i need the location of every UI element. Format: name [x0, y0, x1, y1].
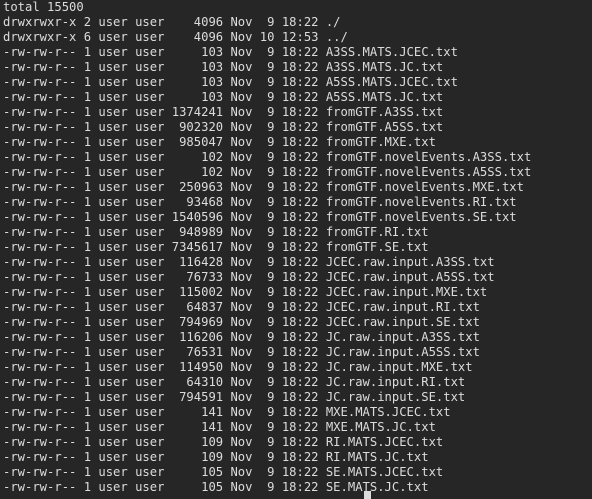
terminal-line-file: -rw-rw-r-- 1 user user 102 Nov 9 18:22 f… — [3, 165, 532, 179]
terminal-line-file: -rw-rw-r-- 1 user user 93468 Nov 9 18:22… — [3, 195, 517, 209]
terminal-line-file: -rw-rw-r-- 1 user user 76733 Nov 9 18:22… — [3, 270, 495, 284]
terminal-line-file: -rw-rw-r-- 1 user user 115002 Nov 9 18:2… — [3, 285, 488, 299]
terminal-window[interactable]: total 15500 drwxrwxr-x 2 user user 4096 … — [0, 0, 592, 499]
terminal-line-file: -rw-rw-r-- 1 user user 141 Nov 9 18:22 M… — [3, 420, 436, 434]
terminal-line-file: -rw-rw-r-- 1 user user 250963 Nov 9 18:2… — [3, 180, 524, 194]
terminal-line-file: -rw-rw-r-- 1 user user 141 Nov 9 18:22 M… — [3, 405, 451, 419]
terminal-line-total: total 15500 — [3, 0, 84, 14]
terminal-line-file: -rw-rw-r-- 1 user user 103 Nov 9 18:22 A… — [3, 45, 458, 59]
terminal-line-file: -rw-rw-r-- 1 user user 64310 Nov 9 18:22… — [3, 375, 466, 389]
terminal-line-file: -rw-rw-r-- 1 user user 109 Nov 9 18:22 R… — [3, 450, 429, 464]
terminal-line-file: -rw-rw-r-- 1 user user 1374241 Nov 9 18:… — [3, 105, 444, 119]
terminal-line-file: -rw-rw-r-- 1 user user 76531 Nov 9 18:22… — [3, 345, 480, 359]
terminal-line-file: -rw-rw-r-- 1 user user 985047 Nov 9 18:2… — [3, 135, 436, 149]
terminal-line-file: -rw-rw-r-- 1 user user 109 Nov 9 18:22 R… — [3, 435, 444, 449]
terminal-cursor — [364, 491, 371, 499]
terminal-line-file: -rw-rw-r-- 1 user user 102 Nov 9 18:22 f… — [3, 150, 532, 164]
terminal-line-file: -rw-rw-r-- 1 user user 1540596 Nov 9 18:… — [3, 210, 517, 224]
terminal-line-parent-dir: drwxrwxr-x 6 user user 4096 Nov 10 12:53… — [3, 30, 348, 44]
terminal-line-file: -rw-rw-r-- 1 user user 114950 Nov 9 18:2… — [3, 360, 473, 374]
terminal-line-file: -rw-rw-r-- 1 user user 7345617 Nov 9 18:… — [3, 240, 429, 254]
terminal-line-file: -rw-rw-r-- 1 user user 948989 Nov 9 18:2… — [3, 225, 429, 239]
terminal-line-file: -rw-rw-r-- 1 user user 103 Nov 9 18:22 A… — [3, 75, 458, 89]
terminal-line-file: -rw-rw-r-- 1 user user 103 Nov 9 18:22 A… — [3, 90, 444, 104]
terminal-line-file: -rw-rw-r-- 1 user user 64837 Nov 9 18:22… — [3, 300, 480, 314]
terminal-line-file: -rw-rw-r-- 1 user user 794591 Nov 9 18:2… — [3, 390, 466, 404]
terminal-line-current-dir: drwxrwxr-x 2 user user 4096 Nov 9 18:22 … — [3, 15, 341, 29]
terminal-line-file: -rw-rw-r-- 1 user user 794969 Nov 9 18:2… — [3, 315, 480, 329]
terminal-line-file: -rw-rw-r-- 1 user user 103 Nov 9 18:22 A… — [3, 60, 444, 74]
terminal-line-file: -rw-rw-r-- 1 user user 116206 Nov 9 18:2… — [3, 330, 480, 344]
terminal-line-file: -rw-rw-r-- 1 user user 116428 Nov 9 18:2… — [3, 255, 495, 269]
terminal-line-file: -rw-rw-r-- 1 user user 902320 Nov 9 18:2… — [3, 120, 444, 134]
terminal-line-file: -rw-rw-r-- 1 user user 105 Nov 9 18:22 S… — [3, 465, 444, 479]
